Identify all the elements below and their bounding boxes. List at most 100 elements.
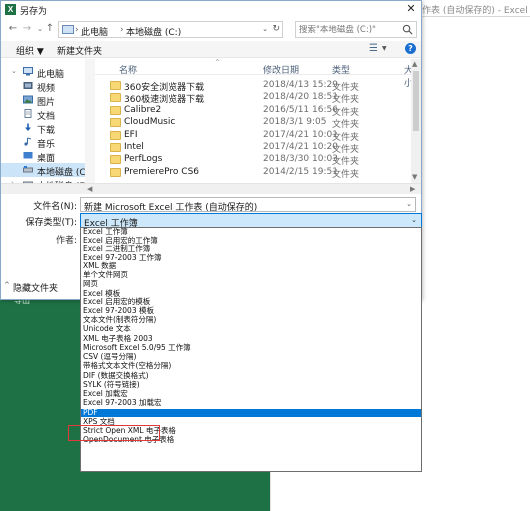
view-options-icon[interactable]: ☰ [369,43,378,54]
address-bar[interactable]: › 此电脑 › 本地磁盘 (C:) ⌄ ↻ [58,21,283,38]
author-label: 作者: [55,236,77,246]
help-icon[interactable]: ? [405,43,416,54]
file-list: ^ 名称 修改日期 类型 大小 360安全浏览器下载 2018/4/13 15:… [95,59,421,194]
save-type-option[interactable]: XML 电子表格 2003 [81,334,421,343]
file-row[interactable]: CloudMusic 2018/3/1 9:05 文件夹 [95,116,413,130]
file-row[interactable]: Intel 2017/4/21 10:20 文件夹 [95,141,413,155]
dialog-titlebar[interactable]: X 另存为 ✕ [1,1,421,18]
filename-dropdown-chevron-icon[interactable]: ⌄ [406,200,412,208]
column-header-date[interactable]: 修改日期 [263,63,299,76]
scrollbar-thumb[interactable] [413,71,419,131]
folder-icon [110,155,121,165]
file-date: 2018/3/1 9:05 [263,117,327,128]
sort-chevron-icon: ^ [215,59,221,66]
file-date: 2017/4/21 10:20 [263,142,338,152]
save-type-option[interactable]: 单个文件网页 [81,270,421,279]
save-type-option[interactable]: 带格式文本文件(空格分隔) [81,361,421,370]
folder-icon [110,93,121,103]
forward-arrow-icon[interactable]: → [21,22,33,36]
address-bar-row: ← → ⌄ ↑ › 此电脑 › 本地磁盘 (C:) ⌄ ↻ [1,19,421,41]
file-type: 文件夹 [332,169,360,180]
breadcrumb-separator-icon[interactable]: › [75,25,79,35]
save-type-option[interactable]: Unicode 文本 [81,324,421,333]
computer-icon [23,67,33,76]
folder-icon [110,167,121,177]
music-folder-icon [24,137,32,146]
new-folder-button[interactable]: 新建文件夹 [57,44,102,57]
save-type-option[interactable]: Excel 97-2003 加载宏 [81,398,421,407]
nav-item-desktop[interactable]: 桌面 [1,149,94,164]
file-row[interactable]: Calibre2 2016/5/11 16:56 文件夹 [95,104,413,118]
file-date: 2018/4/13 15:29 [263,80,338,90]
file-list-header: ^ 名称 修改日期 类型 大小 [95,59,421,89]
search-input[interactable] [299,25,399,35]
file-row[interactable]: 360极速浏览器下载 2018/4/20 18:51 文件夹 [95,91,413,105]
expand-chevron-icon[interactable]: ⌄ [11,67,17,75]
close-button[interactable]: ✕ [405,3,417,15]
save-type-option[interactable]: 文本文件(制表符分隔) [81,315,421,324]
address-dropdown-chevron-icon[interactable]: ⌄ [262,25,268,33]
folder-icon [110,81,121,90]
nav-item-videos[interactable]: 视频 [1,79,94,94]
refresh-icon[interactable]: ↻ [272,24,280,34]
filename-field[interactable]: 新建 Microsoft Excel 工作表 (自动保存的) ⌄ [80,197,416,213]
breadcrumb-this-pc[interactable]: 此电脑 [81,25,108,38]
desktop-folder-icon [23,152,33,159]
save-type-option[interactable]: 网页 [81,279,421,288]
scroll-up-arrow-icon[interactable]: ▲ [412,60,417,68]
nav-item-pictures[interactable]: 图片 [1,93,94,108]
file-name: Intel [124,142,144,152]
command-toolbar: 组织 ▼ 新建文件夹 ☰ ▼ ? [1,41,421,58]
back-arrow-icon[interactable]: ← [7,22,19,36]
collapse-chevron-icon: ^ [4,281,10,289]
nav-pane-scrollbar[interactable] [85,59,95,183]
dialog-title: 另存为 [20,7,48,17]
breadcrumb-drive-c[interactable]: 本地磁盘 (C:) [126,25,181,38]
file-name: PerfLogs [124,154,163,165]
search-box[interactable] [295,21,417,38]
file-name: EFI [124,129,138,140]
video-folder-icon [23,82,33,89]
download-folder-icon [25,123,31,131]
view-dropdown-chevron-icon[interactable]: ▼ [382,45,387,52]
save-type-option[interactable]: DIF (数据交换格式) [81,371,421,380]
file-row[interactable]: 360安全浏览器下载 2018/4/13 15:29 文件夹 [95,79,413,93]
file-name: CloudMusic [124,117,176,128]
column-header-type[interactable]: 类型 [332,63,350,76]
scroll-right-arrow-icon[interactable]: ▶ [410,185,415,193]
column-header-name[interactable]: 名称 [119,63,137,76]
nav-item-drive-c[interactable]: 本地磁盘 (C:) [1,163,94,178]
file-name: PremierePro CS6 [124,166,200,177]
up-arrow-icon[interactable]: ↑ [44,22,56,36]
file-row[interactable]: EFI 2017/4/21 10:01 文件夹 [95,129,413,143]
folder-icon [110,143,121,152]
excel-window-title: 作表 (自动保存的) - Excel [422,6,528,16]
breadcrumb-separator-icon[interactable]: › [120,25,124,35]
pdf-highlight-annotation [68,425,160,441]
nav-item-music[interactable]: 音乐 [1,135,94,150]
filename-value[interactable]: 新建 Microsoft Excel 工作表 (自动保存的) [84,200,257,213]
hide-folders-button[interactable]: ^ 隐藏文件夹 [4,281,58,294]
filename-row: 文件名(N): 新建 Microsoft Excel 工作表 (自动保存的) ⌄ [1,196,421,213]
nav-item-this-pc[interactable]: ⌄ 此电脑 [1,65,94,80]
save-type-option[interactable]: SYLK (符号链接) [81,380,421,389]
save-type-option-selected[interactable]: PDF [81,408,421,417]
file-list-vertical-scrollbar[interactable]: ▲ ▼ [411,59,421,183]
file-row[interactable]: PerfLogs 2018/3/30 10:03 文件夹 [95,153,413,167]
file-date: 2018/4/20 18:51 [263,92,338,103]
save-type-dropdown-chevron-icon[interactable]: ⌄ [411,216,417,224]
save-type-option[interactable]: Excel 97-2003 工作簿 [81,253,421,262]
scroll-down-arrow-icon[interactable]: ▼ [412,173,417,181]
folder-icon [110,130,121,140]
file-date: 2017/4/21 10:01 [263,129,338,140]
save-type-option[interactable]: XML 数据 [81,261,421,270]
nav-item-documents[interactable]: 文档 [1,107,94,122]
save-type-select[interactable]: Excel 工作簿 ⌄ [80,213,422,229]
organize-button[interactable]: 组织 ▼ [16,44,44,57]
horizontal-scrollbar[interactable]: ◀ ▶ [1,183,421,194]
nav-item-downloads[interactable]: 下载 [1,121,94,136]
save-type-option[interactable]: Microsoft Excel 5.0/95 工作簿 [81,343,421,352]
file-row[interactable]: PremierePro CS6 2014/2/15 19:51 文件夹 [95,166,413,180]
scroll-left-arrow-icon[interactable]: ◀ [87,185,92,193]
save-type-label: 保存类型(T): [25,218,77,228]
